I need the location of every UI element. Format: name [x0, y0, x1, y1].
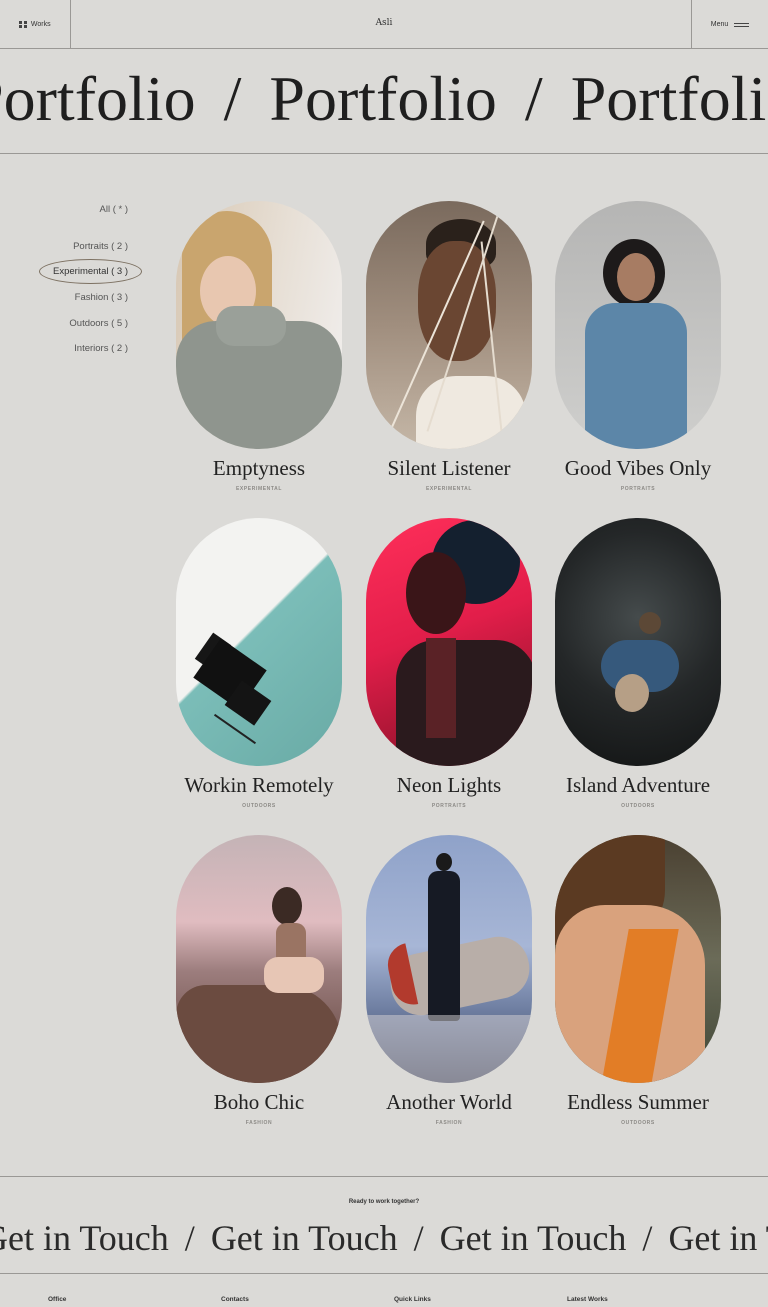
- footer-contacts-heading: Contacts: [221, 1296, 249, 1303]
- marquee-word: Portfolio: [570, 63, 768, 134]
- filter-portraits[interactable]: Portraits ( 2 ): [73, 241, 128, 252]
- work-image: [366, 835, 532, 1083]
- cta-separator: /: [413, 1218, 424, 1258]
- work-card-silent-listener[interactable]: Silent Listener EXPERIMENTAL: [366, 201, 532, 492]
- work-category: EXPERIMENTAL: [236, 486, 282, 492]
- work-image: [176, 201, 342, 449]
- work-card-island-adventure[interactable]: Island Adventure OUTDOORS: [555, 518, 721, 809]
- work-image: [366, 201, 532, 449]
- menu-button[interactable]: Menu: [691, 0, 768, 49]
- work-image: [176, 518, 342, 766]
- marquee-separator: /: [223, 63, 242, 134]
- marquee-separator: /: [524, 63, 543, 134]
- work-category: EXPERIMENTAL: [426, 486, 472, 492]
- work-image: [555, 201, 721, 449]
- footer-office-heading: Office: [48, 1296, 67, 1303]
- cta-track: Get in Touch / Get in Touch / Get in Touch / G…: [0, 1217, 768, 1259]
- grid-icon: [19, 20, 27, 29]
- work-category: OUTDOORS: [621, 803, 655, 809]
- get-in-touch-marquee[interactable]: Ready to work together? Get in Touch / Get…: [0, 1176, 768, 1274]
- marquee-word: Portfolio: [0, 63, 196, 134]
- work-card-workin-remotely[interactable]: Workin Remotely OUTDOORS: [176, 518, 342, 809]
- cta-phrase: Get in Touch: [0, 1218, 169, 1258]
- work-title: Good Vibes Only: [564, 456, 712, 480]
- work-title: Boho Chic: [213, 1090, 305, 1114]
- marquee-track: Portfolio / Portfolio / Portfolio: [0, 62, 768, 136]
- menu-label: Menu: [710, 21, 729, 28]
- work-category: FASHION: [245, 1120, 273, 1126]
- work-card-emptyness[interactable]: Emptyness EXPERIMENTAL: [176, 201, 342, 492]
- work-category: OUTDOORS: [621, 1120, 655, 1126]
- work-title: Workin Remotely: [184, 773, 334, 797]
- filter-outdoors[interactable]: Outdoors ( 5 ): [69, 318, 128, 329]
- hamburger-icon: [734, 22, 750, 27]
- brand-logo: Asli: [375, 18, 393, 28]
- works-label: Works: [30, 21, 51, 28]
- work-card-endless-summer[interactable]: Endless Summer OUTDOORS: [555, 835, 721, 1126]
- work-card-boho-chic[interactable]: Boho Chic FASHION: [176, 835, 342, 1126]
- work-title: Endless Summer: [567, 1090, 709, 1114]
- work-card-good-vibes-only[interactable]: Good Vibes Only PORTRAITS: [555, 201, 721, 492]
- portfolio-marquee: Portfolio / Portfolio / Portfolio: [0, 50, 768, 154]
- work-category: OUTDOORS: [242, 803, 276, 809]
- work-category: PORTRAITS: [620, 486, 656, 492]
- cta-phrase: Get in Touch: [439, 1218, 627, 1258]
- cta-phrase: Get in Touch: [668, 1218, 768, 1258]
- work-title: Emptyness: [212, 456, 306, 480]
- work-title: Silent Listener: [387, 456, 511, 480]
- work-image: [176, 835, 342, 1083]
- site-header: Works Asli Menu: [0, 0, 768, 49]
- cta-kicker: Ready to work together?: [348, 1199, 420, 1205]
- work-title: Another World: [386, 1090, 512, 1114]
- cta-separator: /: [184, 1218, 195, 1258]
- filter-fashion[interactable]: Fashion ( 3 ): [75, 292, 128, 303]
- footer-quick-links-heading: Quick Links: [394, 1296, 431, 1303]
- work-image: [366, 518, 532, 766]
- work-title: Neon Lights: [396, 773, 502, 797]
- work-card-another-world[interactable]: Another World FASHION: [366, 835, 532, 1126]
- work-card-neon-lights[interactable]: Neon Lights PORTRAITS: [366, 518, 532, 809]
- filter-interiors[interactable]: Interiors ( 2 ): [74, 343, 128, 354]
- work-category: PORTRAITS: [431, 803, 467, 809]
- work-category: FASHION: [435, 1120, 463, 1126]
- work-image: [555, 835, 721, 1083]
- work-title: Island Adventure: [565, 773, 711, 797]
- filter-all[interactable]: All ( * ): [100, 204, 129, 215]
- marquee-word: Portfolio: [269, 63, 497, 134]
- cta-separator: /: [642, 1218, 653, 1258]
- work-image: [555, 518, 721, 766]
- footer-latest-works-heading: Latest Works: [567, 1296, 608, 1303]
- works-button[interactable]: Works: [0, 0, 71, 49]
- cta-phrase: Get in Touch: [210, 1218, 398, 1258]
- filter-experimental[interactable]: Experimental ( 3 ): [39, 259, 142, 284]
